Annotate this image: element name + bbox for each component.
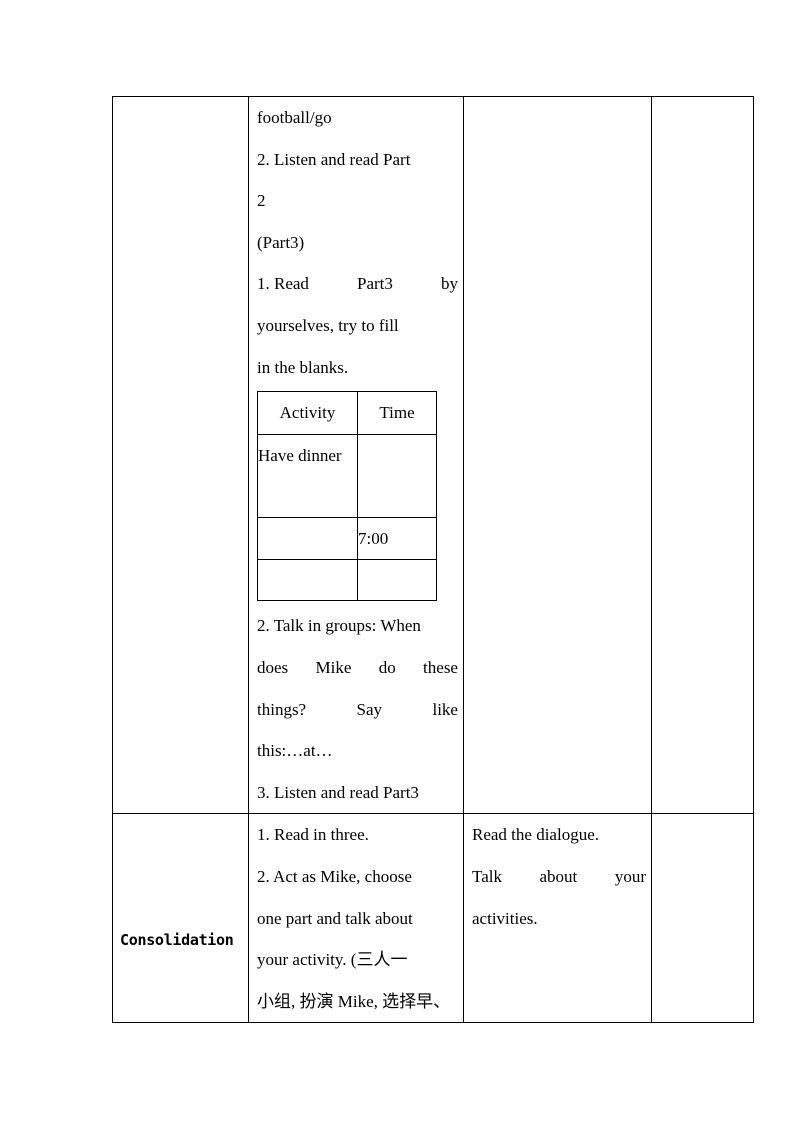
activity-line: 1. Read in three.: [257, 825, 369, 845]
activity-line: things? Say like: [257, 699, 458, 719]
header-time: Time: [357, 391, 437, 435]
table-row: football/go 2. Listen and read Part 2 (P…: [112, 95, 754, 815]
document-page: football/go 2. Listen and read Part 2 (P…: [0, 0, 794, 1123]
stage-label: Consolidation: [120, 930, 234, 949]
activity-line: does Mike do these: [257, 657, 458, 677]
time-value: 7:00: [357, 516, 437, 561]
fill-in-table: Activity Time Have dinner 7:00: [257, 391, 437, 602]
fill-table-row: [257, 559, 437, 602]
fill-table-header: Activity Time: [257, 391, 437, 435]
activity-line: 1. Read Part3 by: [257, 274, 458, 294]
purpose-line: Read the dialogue.: [472, 825, 599, 845]
activity-line: (Part3): [257, 232, 305, 252]
activities-cell: football/go 2. Listen and read Part 2 (P…: [248, 95, 464, 815]
header-activity: Activity: [257, 391, 358, 435]
activity-line: 小组, 扮演 Mike, 选择早、: [257, 991, 451, 1011]
activity-line: this:…at…: [257, 741, 333, 761]
fill-table-row: 7:00: [257, 516, 437, 561]
purpose-cell: Read the dialogue. Talk about your activ…: [463, 813, 652, 1024]
activity-line: 2. Act as Mike, choose: [257, 866, 412, 886]
stage-cell: Consolidation: [112, 813, 249, 1024]
activity-value: [257, 559, 358, 602]
activity-line: in the blanks.: [257, 357, 349, 377]
table-row: Consolidation 1. Read in three. 2. Act a…: [112, 813, 754, 1024]
notes-cell: [651, 95, 754, 815]
purpose-cell: [463, 95, 652, 815]
time-value: [357, 559, 437, 602]
notes-cell: [651, 813, 754, 1024]
activity-line: 2. Listen and read Part: [257, 149, 411, 169]
stage-cell: [112, 95, 249, 815]
activity-line: your activity. (三人一: [257, 950, 408, 970]
activities-cell: 1. Read in three. 2. Act as Mike, choose…: [248, 813, 464, 1024]
lesson-plan-table: football/go 2. Listen and read Part 2 (P…: [112, 95, 754, 1024]
activity-line: 2. Talk in groups: When: [257, 616, 421, 636]
fill-table-row: Have dinner: [257, 433, 437, 518]
activity-line: one part and talk about: [257, 908, 413, 928]
activity-line: 3. Listen and read Part3: [257, 782, 419, 802]
purpose-line: activities.: [472, 908, 538, 928]
activity-line: football/go: [257, 108, 332, 127]
purpose-line: Talk about your: [472, 866, 646, 886]
activity-line: 2: [257, 191, 266, 211]
activity-value: [257, 516, 358, 561]
time-value: [357, 433, 437, 518]
activity-line: yourselves, try to fill: [257, 315, 399, 335]
activity-value: Have dinner: [257, 433, 358, 518]
